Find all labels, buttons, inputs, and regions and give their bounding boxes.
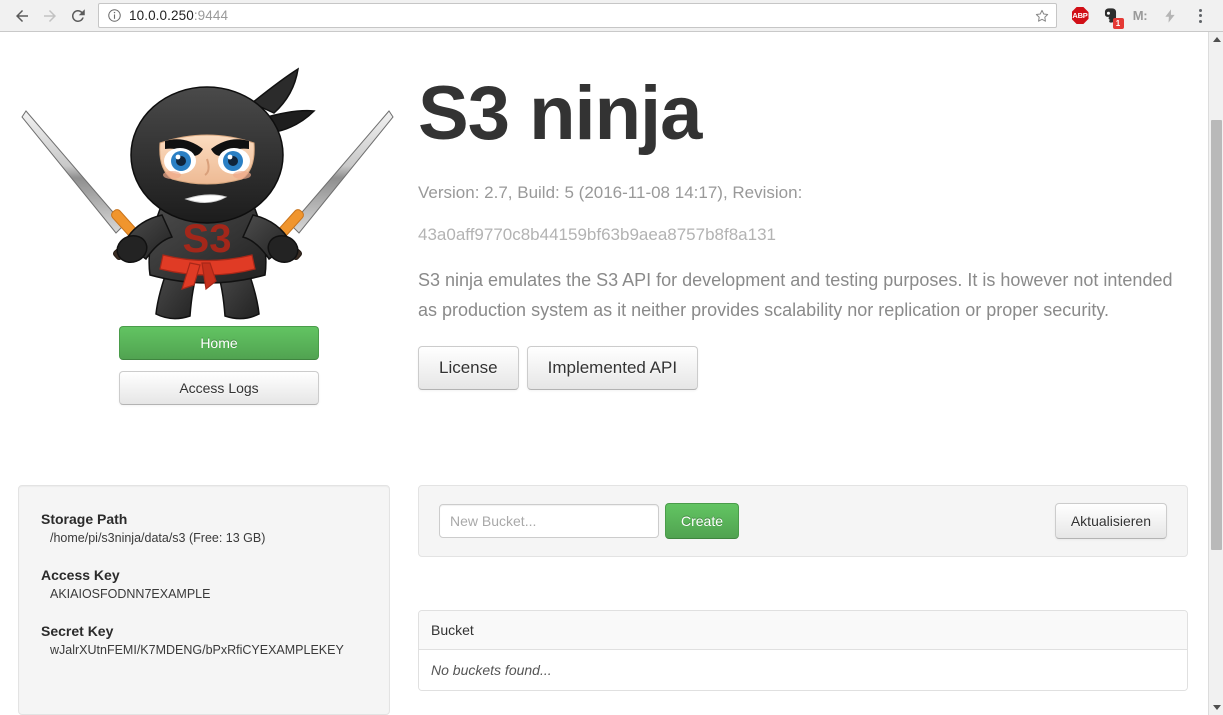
- hero-actions: License Implemented API: [418, 346, 1178, 391]
- extension-m[interactable]: M:: [1125, 2, 1155, 30]
- m-icon: M:: [1132, 8, 1148, 23]
- bucket-column-header: Bucket: [419, 611, 1187, 650]
- elephant-icon: 1: [1101, 6, 1124, 29]
- page-viewport: S3 Home Access Logs S3 ninja Version: 2.…: [0, 32, 1208, 715]
- implemented-api-button[interactable]: Implemented API: [526, 346, 699, 391]
- secret-key-value: wJalrXUtnFEMI/K7MDENG/bPxRfiCYEXAMPLEKEY: [50, 643, 344, 657]
- create-bucket-button[interactable]: Create: [665, 503, 740, 540]
- scrollbar-thumb[interactable]: [1211, 120, 1222, 550]
- access-logs-button[interactable]: Access Logs: [119, 371, 319, 406]
- back-button[interactable]: [8, 2, 36, 30]
- secret-key-label: Secret Key: [41, 623, 114, 639]
- extension-evernote-clipper[interactable]: 1: [1095, 2, 1125, 30]
- sidebar-buttons: Home Access Logs: [119, 326, 319, 406]
- hero-section: S3 ninja Version: 2.7, Build: 5 (2016-11…: [418, 32, 1178, 391]
- url-port: :9444: [193, 8, 229, 23]
- url-text: 10.0.0.250:9444: [129, 8, 1028, 23]
- ninja-illustration: S3: [21, 67, 394, 320]
- new-bucket-input[interactable]: [439, 504, 659, 539]
- reload-button[interactable]: [64, 2, 92, 30]
- url-host: 10.0.0.250: [129, 8, 194, 23]
- version-text: Version: 2.7, Build: 5 (2016-11-08 14:17…: [418, 183, 803, 202]
- bucket-empty-message: No buckets found...: [419, 650, 1187, 690]
- bookmark-star-icon[interactable]: [1034, 8, 1050, 24]
- home-button[interactable]: Home: [119, 326, 319, 361]
- revision-hash: 43a0aff9770c8b44159bf63b9aea8757b8f8a131: [418, 224, 776, 244]
- access-key-label: Access Key: [41, 567, 120, 583]
- reload-icon: [71, 8, 85, 22]
- license-button[interactable]: License: [418, 346, 519, 391]
- scroll-down-arrow-icon[interactable]: [1209, 700, 1223, 715]
- refresh-button[interactable]: Aktualisieren: [1054, 503, 1167, 540]
- abp-icon: ABP: [1071, 7, 1089, 24]
- access-key-value: AKIAIOSFODNN7EXAMPLE: [50, 587, 211, 601]
- bucket-table: Bucket No buckets found...: [418, 610, 1188, 691]
- browser-menu-button[interactable]: [1185, 2, 1215, 30]
- scroll-up-arrow-icon[interactable]: [1209, 32, 1223, 47]
- back-arrow-icon: [16, 9, 28, 22]
- vertical-scrollbar[interactable]: [1208, 32, 1223, 715]
- storage-path-value: /home/pi/s3ninja/data/s3 (Free: 13 GB): [50, 531, 266, 545]
- extension-lightning[interactable]: [1155, 2, 1185, 30]
- storage-path-label: Storage Path: [41, 511, 128, 527]
- browser-toolbar: 10.0.0.250:9444 ABP 1 M:: [0, 0, 1223, 32]
- storage-path-block: Storage Path /home/pi/s3ninja/data/s3 (F…: [41, 511, 367, 545]
- description-text: S3 ninja emulates the S3 API for develop…: [418, 270, 1173, 320]
- s3-ninja-mascot: S3: [20, 47, 395, 322]
- forward-arrow-icon: [44, 9, 56, 22]
- extension-adblock-plus[interactable]: ABP: [1065, 2, 1095, 30]
- storage-info-panel: Storage Path /home/pi/s3ninja/data/s3 (F…: [18, 485, 390, 715]
- page-title: S3 ninja: [418, 71, 702, 156]
- three-dots-menu-icon: [1198, 8, 1202, 23]
- site-info-icon[interactable]: [107, 8, 122, 23]
- notification-count-badge: 1: [1112, 18, 1124, 29]
- extensions-area: ABP 1 M:: [1065, 2, 1215, 30]
- address-bar[interactable]: 10.0.0.250:9444: [98, 3, 1057, 28]
- lightning-bolt-icon: [1165, 8, 1175, 23]
- access-key-block: Access Key AKIAIOSFODNN7EXAMPLE: [41, 567, 367, 601]
- bucket-toolbar: Create Aktualisieren: [418, 485, 1188, 558]
- secret-key-block: Secret Key wJalrXUtnFEMI/K7MDENG/bPxRfiC…: [41, 623, 367, 657]
- forward-button[interactable]: [36, 2, 64, 30]
